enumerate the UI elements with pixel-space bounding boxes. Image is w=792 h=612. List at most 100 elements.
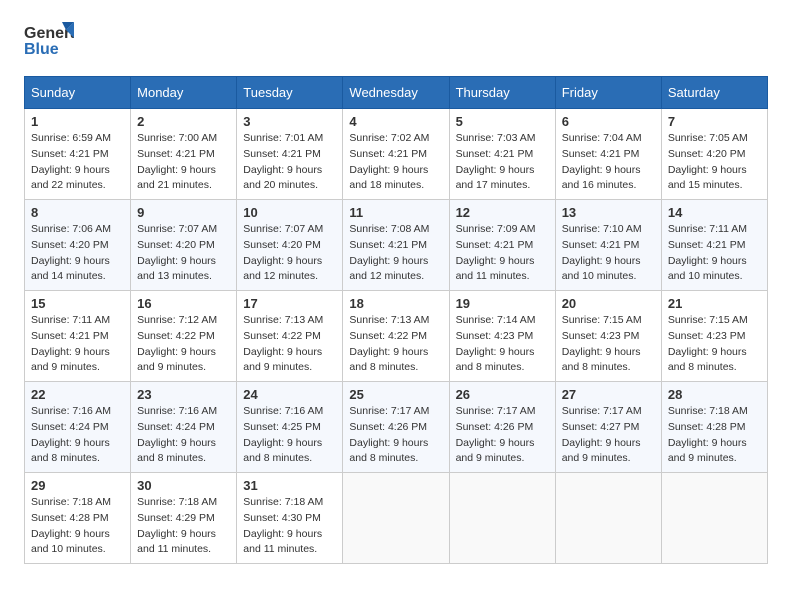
day-number: 15 <box>31 296 124 311</box>
weekday-tuesday: Tuesday <box>237 77 343 109</box>
calendar-cell: 6 Sunrise: 7:04 AM Sunset: 4:21 PM Dayli… <box>555 109 661 200</box>
day-info: Sunrise: 7:16 AM Sunset: 4:24 PM Dayligh… <box>137 404 230 467</box>
day-number: 28 <box>668 387 761 402</box>
calendar-cell: 27 Sunrise: 7:17 AM Sunset: 4:27 PM Dayl… <box>555 382 661 473</box>
day-info: Sunrise: 7:01 AM Sunset: 4:21 PM Dayligh… <box>243 131 336 194</box>
calendar-cell: 20 Sunrise: 7:15 AM Sunset: 4:23 PM Dayl… <box>555 291 661 382</box>
calendar-cell: 14 Sunrise: 7:11 AM Sunset: 4:21 PM Dayl… <box>661 200 767 291</box>
calendar-cell: 13 Sunrise: 7:10 AM Sunset: 4:21 PM Dayl… <box>555 200 661 291</box>
day-info: Sunrise: 7:18 AM Sunset: 4:30 PM Dayligh… <box>243 495 336 558</box>
day-number: 3 <box>243 114 336 129</box>
day-info: Sunrise: 7:02 AM Sunset: 4:21 PM Dayligh… <box>349 131 442 194</box>
day-info: Sunrise: 7:16 AM Sunset: 4:25 PM Dayligh… <box>243 404 336 467</box>
calendar-week-2: 8 Sunrise: 7:06 AM Sunset: 4:20 PM Dayli… <box>25 200 768 291</box>
calendar-cell: 15 Sunrise: 7:11 AM Sunset: 4:21 PM Dayl… <box>25 291 131 382</box>
day-number: 31 <box>243 478 336 493</box>
day-info: Sunrise: 7:09 AM Sunset: 4:21 PM Dayligh… <box>456 222 549 285</box>
day-number: 4 <box>349 114 442 129</box>
calendar-body: 1 Sunrise: 6:59 AM Sunset: 4:21 PM Dayli… <box>25 109 768 564</box>
day-info: Sunrise: 7:03 AM Sunset: 4:21 PM Dayligh… <box>456 131 549 194</box>
day-info: Sunrise: 7:17 AM Sunset: 4:27 PM Dayligh… <box>562 404 655 467</box>
day-info: Sunrise: 7:04 AM Sunset: 4:21 PM Dayligh… <box>562 131 655 194</box>
weekday-wednesday: Wednesday <box>343 77 449 109</box>
day-info: Sunrise: 7:05 AM Sunset: 4:20 PM Dayligh… <box>668 131 761 194</box>
day-info: Sunrise: 7:18 AM Sunset: 4:28 PM Dayligh… <box>31 495 124 558</box>
calendar-cell: 10 Sunrise: 7:07 AM Sunset: 4:20 PM Dayl… <box>237 200 343 291</box>
logo-icon: General Blue <box>24 20 74 70</box>
day-info: Sunrise: 7:17 AM Sunset: 4:26 PM Dayligh… <box>456 404 549 467</box>
weekday-thursday: Thursday <box>449 77 555 109</box>
day-number: 1 <box>31 114 124 129</box>
day-number: 21 <box>668 296 761 311</box>
day-info: Sunrise: 7:10 AM Sunset: 4:21 PM Dayligh… <box>562 222 655 285</box>
day-number: 10 <box>243 205 336 220</box>
calendar-cell: 23 Sunrise: 7:16 AM Sunset: 4:24 PM Dayl… <box>131 382 237 473</box>
day-info: Sunrise: 7:07 AM Sunset: 4:20 PM Dayligh… <box>137 222 230 285</box>
calendar-cell: 4 Sunrise: 7:02 AM Sunset: 4:21 PM Dayli… <box>343 109 449 200</box>
calendar-cell: 5 Sunrise: 7:03 AM Sunset: 4:21 PM Dayli… <box>449 109 555 200</box>
day-info: Sunrise: 7:06 AM Sunset: 4:20 PM Dayligh… <box>31 222 124 285</box>
day-number: 30 <box>137 478 230 493</box>
day-info: Sunrise: 7:13 AM Sunset: 4:22 PM Dayligh… <box>349 313 442 376</box>
calendar-cell: 22 Sunrise: 7:16 AM Sunset: 4:24 PM Dayl… <box>25 382 131 473</box>
day-number: 17 <box>243 296 336 311</box>
calendar-cell: 29 Sunrise: 7:18 AM Sunset: 4:28 PM Dayl… <box>25 473 131 564</box>
day-info: Sunrise: 7:15 AM Sunset: 4:23 PM Dayligh… <box>562 313 655 376</box>
day-number: 29 <box>31 478 124 493</box>
calendar-cell: 16 Sunrise: 7:12 AM Sunset: 4:22 PM Dayl… <box>131 291 237 382</box>
day-number: 24 <box>243 387 336 402</box>
calendar-cell <box>555 473 661 564</box>
day-number: 16 <box>137 296 230 311</box>
calendar-cell: 25 Sunrise: 7:17 AM Sunset: 4:26 PM Dayl… <box>343 382 449 473</box>
calendar-cell: 2 Sunrise: 7:00 AM Sunset: 4:21 PM Dayli… <box>131 109 237 200</box>
day-number: 23 <box>137 387 230 402</box>
calendar-cell: 26 Sunrise: 7:17 AM Sunset: 4:26 PM Dayl… <box>449 382 555 473</box>
calendar-cell: 28 Sunrise: 7:18 AM Sunset: 4:28 PM Dayl… <box>661 382 767 473</box>
day-info: Sunrise: 7:11 AM Sunset: 4:21 PM Dayligh… <box>668 222 761 285</box>
day-number: 18 <box>349 296 442 311</box>
weekday-monday: Monday <box>131 77 237 109</box>
calendar-cell: 1 Sunrise: 6:59 AM Sunset: 4:21 PM Dayli… <box>25 109 131 200</box>
day-number: 14 <box>668 205 761 220</box>
calendar-week-4: 22 Sunrise: 7:16 AM Sunset: 4:24 PM Dayl… <box>25 382 768 473</box>
day-info: Sunrise: 7:18 AM Sunset: 4:29 PM Dayligh… <box>137 495 230 558</box>
calendar-week-5: 29 Sunrise: 7:18 AM Sunset: 4:28 PM Dayl… <box>25 473 768 564</box>
day-number: 5 <box>456 114 549 129</box>
logo: General Blue <box>24 20 74 70</box>
calendar-cell: 21 Sunrise: 7:15 AM Sunset: 4:23 PM Dayl… <box>661 291 767 382</box>
day-number: 13 <box>562 205 655 220</box>
day-number: 2 <box>137 114 230 129</box>
calendar-week-3: 15 Sunrise: 7:11 AM Sunset: 4:21 PM Dayl… <box>25 291 768 382</box>
day-info: Sunrise: 7:11 AM Sunset: 4:21 PM Dayligh… <box>31 313 124 376</box>
calendar-cell: 18 Sunrise: 7:13 AM Sunset: 4:22 PM Dayl… <box>343 291 449 382</box>
calendar-cell: 17 Sunrise: 7:13 AM Sunset: 4:22 PM Dayl… <box>237 291 343 382</box>
calendar-cell: 30 Sunrise: 7:18 AM Sunset: 4:29 PM Dayl… <box>131 473 237 564</box>
calendar-cell: 7 Sunrise: 7:05 AM Sunset: 4:20 PM Dayli… <box>661 109 767 200</box>
calendar-week-1: 1 Sunrise: 6:59 AM Sunset: 4:21 PM Dayli… <box>25 109 768 200</box>
weekday-friday: Friday <box>555 77 661 109</box>
svg-text:Blue: Blue <box>24 41 59 58</box>
day-number: 25 <box>349 387 442 402</box>
day-info: Sunrise: 7:18 AM Sunset: 4:28 PM Dayligh… <box>668 404 761 467</box>
calendar-cell: 11 Sunrise: 7:08 AM Sunset: 4:21 PM Dayl… <box>343 200 449 291</box>
calendar-cell <box>449 473 555 564</box>
calendar-cell: 12 Sunrise: 7:09 AM Sunset: 4:21 PM Dayl… <box>449 200 555 291</box>
day-info: Sunrise: 7:07 AM Sunset: 4:20 PM Dayligh… <box>243 222 336 285</box>
day-info: Sunrise: 7:14 AM Sunset: 4:23 PM Dayligh… <box>456 313 549 376</box>
day-number: 19 <box>456 296 549 311</box>
day-info: Sunrise: 7:12 AM Sunset: 4:22 PM Dayligh… <box>137 313 230 376</box>
day-info: Sunrise: 7:08 AM Sunset: 4:21 PM Dayligh… <box>349 222 442 285</box>
day-number: 27 <box>562 387 655 402</box>
day-info: Sunrise: 7:16 AM Sunset: 4:24 PM Dayligh… <box>31 404 124 467</box>
weekday-header-row: SundayMondayTuesdayWednesdayThursdayFrid… <box>25 77 768 109</box>
day-info: Sunrise: 7:13 AM Sunset: 4:22 PM Dayligh… <box>243 313 336 376</box>
day-number: 6 <box>562 114 655 129</box>
day-number: 26 <box>456 387 549 402</box>
calendar-cell: 24 Sunrise: 7:16 AM Sunset: 4:25 PM Dayl… <box>237 382 343 473</box>
page-header: General Blue <box>24 20 768 70</box>
calendar-cell <box>661 473 767 564</box>
weekday-saturday: Saturday <box>661 77 767 109</box>
day-number: 9 <box>137 205 230 220</box>
calendar-cell: 19 Sunrise: 7:14 AM Sunset: 4:23 PM Dayl… <box>449 291 555 382</box>
day-number: 22 <box>31 387 124 402</box>
